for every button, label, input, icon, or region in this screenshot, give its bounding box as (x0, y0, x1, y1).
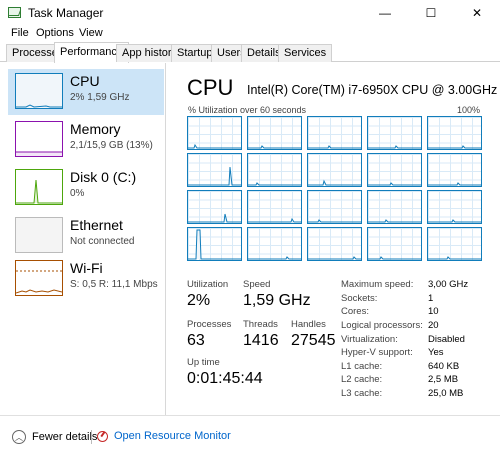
sidebar-item-label: Wi-Fi (70, 260, 103, 276)
resource-monitor-icon (97, 430, 108, 442)
menu-file[interactable]: File (11, 27, 29, 39)
sidebar-item-cpu[interactable]: CPU 2% 1,59 GHz (8, 69, 164, 115)
sidebar-item-label: Disk 0 (C:) (70, 169, 137, 185)
logical-processor-graph (427, 153, 482, 187)
speed-value: 1,59 GHz (243, 292, 311, 309)
sidebar-item-wifi[interactable]: Wi-Fi S: 0,5 R: 11,1 Mbps (8, 256, 164, 302)
logical-processor-graph (367, 153, 422, 187)
fewer-details-label: Fewer details (32, 431, 98, 443)
processes-label: Processes (187, 319, 232, 330)
minimize-button[interactable]: — (362, 0, 408, 26)
speed-label: Speed (243, 279, 271, 290)
threads-value: 1416 (243, 332, 279, 349)
logical-processor-graph (307, 190, 362, 224)
logical-processor-graph (367, 190, 422, 224)
uptime-label: Up time (187, 357, 220, 368)
open-resource-monitor-link[interactable]: Open Resource Monitor (97, 430, 231, 442)
utilization-label: Utilization (187, 279, 229, 290)
spec-label: L3 cache: (341, 388, 383, 399)
sidebar-item-sub: S: 0,5 R: 11,1 Mbps (70, 279, 158, 290)
spec-value: Yes (428, 347, 444, 358)
spec-label: Cores: (341, 306, 369, 317)
title-bar: Task Manager — ☐ ✕ (0, 0, 500, 26)
tab-bar: Processes Performance App history Startu… (0, 42, 500, 63)
spec-label: Sockets: (341, 293, 378, 304)
logical-processor-graph (247, 190, 302, 224)
menu-options[interactable]: Options (36, 27, 74, 39)
sidebar-item-memory[interactable]: Memory 2,1/15,9 GB (13%) (8, 117, 164, 163)
tab-services[interactable]: Services (278, 44, 333, 62)
spec-value: Disabled (428, 334, 465, 345)
utilization-graph-max: 100% (456, 105, 480, 115)
spec-value: 20 (428, 320, 439, 331)
threads-label: Threads (243, 319, 278, 330)
wifi-graph-icon (15, 260, 63, 296)
spec-label: Hyper-V support: (341, 347, 413, 358)
cpu-model-name: Intel(R) Core(TM) i7-6950X CPU @ 3.00GHz (247, 83, 498, 97)
sidebar-item-sub: 0% (70, 188, 85, 199)
sidebar-item-disk[interactable]: Disk 0 (C:) 0% (8, 165, 164, 211)
sidebar-item-sub: 2% 1,59 GHz (70, 92, 130, 103)
logical-processor-graph (247, 153, 302, 187)
logical-processor-graph (187, 190, 242, 224)
disk-graph-icon (15, 169, 63, 205)
menu-view[interactable]: View (79, 27, 103, 39)
uptime-value: 0:01:45:44 (187, 370, 263, 387)
sidebar-item-sub: 2,1/15,9 GB (13%) (70, 140, 153, 151)
ethernet-graph-icon (15, 217, 63, 253)
handles-label: Handles (291, 319, 326, 330)
utilization-graph-label: % Utilization over 60 seconds (188, 105, 307, 115)
cpu-detail-panel: CPU Intel(R) Core(TM) i7-6950X CPU @ 3.0… (167, 63, 500, 415)
memory-graph-icon (15, 121, 63, 157)
resource-sidebar: CPU 2% 1,59 GHz Memory 2,1/15,9 GB (13%)… (0, 63, 166, 415)
spec-value: 2,5 MB (428, 374, 459, 385)
logical-processor-graph (187, 116, 242, 150)
task-manager-icon (8, 7, 21, 18)
logical-processor-graph (187, 153, 242, 187)
logical-processor-graph (367, 227, 422, 261)
close-button[interactable]: ✕ (454, 0, 500, 26)
window-title: Task Manager (28, 6, 104, 20)
spec-value: 25,0 MB (428, 388, 464, 399)
spec-label: Virtualization: (341, 334, 398, 345)
page-title: CPU (187, 75, 234, 100)
handles-value: 27545 (291, 332, 336, 349)
logical-processor-graph (307, 116, 362, 150)
utilization-value: 2% (187, 292, 211, 309)
spec-value: 3,00 GHz (428, 279, 469, 290)
logical-processor-graph (427, 227, 482, 261)
logical-processor-graph (187, 227, 242, 261)
fewer-details-button[interactable]: ︿ Fewer details (12, 430, 97, 444)
footer-divider (91, 430, 92, 444)
spec-value: 10 (428, 306, 439, 317)
maximize-button[interactable]: ☐ (408, 0, 454, 26)
spec-label: Logical processors: (341, 320, 423, 331)
spec-label: L2 cache: (341, 374, 383, 385)
open-resource-monitor-label: Open Resource Monitor (114, 430, 231, 442)
logical-processor-graph (307, 227, 362, 261)
logical-processor-graph (307, 153, 362, 187)
sidebar-item-label: CPU (70, 73, 100, 89)
logical-processor-graph (427, 116, 482, 150)
sidebar-item-ethernet[interactable]: Ethernet Not connected (8, 213, 164, 259)
footer-bar: ︿ Fewer details Open Resource Monitor (0, 415, 500, 455)
menu-bar: File Options View (0, 26, 500, 42)
logical-processor-graph (247, 227, 302, 261)
sidebar-item-label: Memory (70, 121, 121, 137)
spec-label: Maximum speed: (341, 279, 414, 290)
cpu-graph-icon (15, 73, 63, 109)
logical-processor-graphs[interactable] (187, 116, 484, 264)
spec-value: 1 (428, 293, 434, 304)
logical-processor-graph (427, 190, 482, 224)
sidebar-item-label: Ethernet (70, 217, 123, 233)
spec-value: 640 KB (428, 361, 460, 372)
chevron-up-icon: ︿ (12, 430, 26, 444)
processes-value: 63 (187, 332, 205, 349)
logical-processor-graph (247, 116, 302, 150)
sidebar-item-sub: Not connected (70, 236, 135, 247)
spec-label: L1 cache: (341, 361, 383, 372)
logical-processor-graph (367, 116, 422, 150)
